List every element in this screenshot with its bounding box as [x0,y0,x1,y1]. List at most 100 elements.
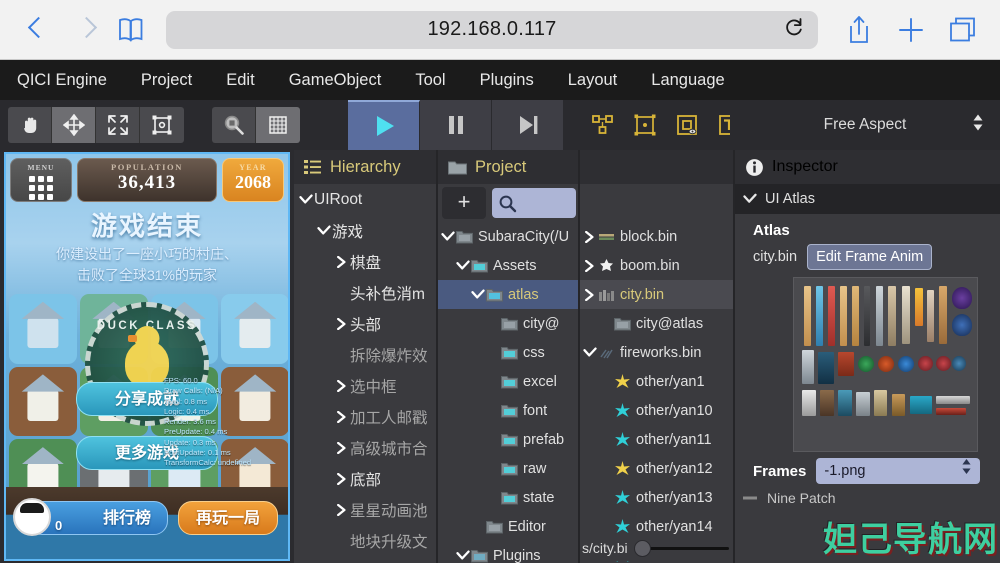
chevron-down-icon[interactable] [455,549,471,562]
url-bar[interactable]: 192.168.0.117 [166,10,818,49]
project-node[interactable]: excel [438,367,580,396]
project-node[interactable]: raw [438,454,580,483]
project-node[interactable]: city@ [438,309,580,338]
chevron-right-icon[interactable] [582,230,598,243]
menu-item-tool[interactable]: Tool [398,60,462,100]
project-node[interactable]: SubaraCity(/U [438,222,580,251]
hud-menu-button[interactable]: MENU [10,158,72,202]
chevron-right-icon[interactable] [334,503,350,516]
hand-tool-button[interactable] [8,107,52,143]
leaderboard-button[interactable]: 0 排行榜 [13,498,168,536]
chevron-down-icon[interactable] [316,224,332,237]
chevron-right-icon[interactable] [582,259,598,272]
project-node[interactable]: state [438,483,580,512]
hierarchy-node[interactable]: 棋盘 [294,246,438,277]
chevron-right-icon[interactable] [582,288,598,301]
project-node[interactable]: css [438,338,580,367]
pivot-toggle-button[interactable] [670,108,704,142]
chevron-down-icon[interactable] [470,288,486,301]
tab-hierarchy[interactable]: Hierarchy [294,150,438,184]
asset-item[interactable]: city@atlas [580,309,735,338]
reload-button[interactable] [784,16,804,43]
asset-item[interactable]: other/yan13 [580,483,735,512]
menu-item-gameobject[interactable]: GameObject [272,60,399,100]
frames-dropdown[interactable]: -1.png [816,458,981,484]
atlas-preview[interactable] [793,277,978,452]
show-tabs-button[interactable] [940,8,986,52]
chevron-right-icon[interactable] [334,317,350,330]
zoom-tool-button[interactable] [212,107,256,143]
add-asset-button[interactable]: + [442,187,486,219]
chevron-right-icon[interactable] [743,493,759,503]
bookmarks-button[interactable] [114,15,148,45]
hierarchy-node[interactable]: UIRoot [294,184,438,215]
hierarchy-node[interactable]: 加工人邮戳 [294,401,438,432]
project-node[interactable]: font [438,396,580,425]
project-node[interactable]: Editor [438,512,580,541]
hierarchy-node[interactable]: 底部 [294,463,438,494]
menu-item-edit[interactable]: Edit [209,60,271,100]
nodes-toggle-button[interactable] [586,108,620,142]
share-button[interactable] [836,8,882,52]
scale-tool-button[interactable] [96,107,140,143]
replay-button[interactable]: 再玩一局 [178,501,278,535]
menu-item-language[interactable]: Language [634,60,741,100]
hierarchy-node[interactable]: 头部 [294,308,438,339]
chevron-right-icon[interactable] [334,255,350,268]
bounds-toggle-button[interactable] [628,108,662,142]
tab-inspector[interactable]: Inspector [735,150,880,184]
hierarchy-node[interactable]: 选中框 [294,370,438,401]
rect-transform-tool-button[interactable] [140,107,184,143]
hierarchy-node[interactable]: 头补色消m [294,277,438,308]
project-node[interactable]: atlas [438,280,580,309]
game-preview[interactable]: MENU POPULATION 36,413 YEAR 2068 游戏结束 你建… [4,152,290,561]
chevron-right-icon[interactable] [334,379,350,392]
chevron-down-icon[interactable] [440,230,456,243]
project-tree[interactable]: SubaraCity(/U Assets atlas city@ css excel fon… [438,222,580,563]
hierarchy-node[interactable]: 界面 [294,556,438,563]
chevron-right-icon[interactable] [334,472,350,485]
menu-item-layout[interactable]: Layout [551,60,635,100]
project-node[interactable]: Assets [438,251,580,280]
project-node[interactable]: prefab [438,425,580,454]
asset-zoom-slider[interactable] [632,539,735,557]
tab-project[interactable]: Project [438,150,580,184]
step-forward-button[interactable] [492,100,564,150]
hierarchy-node[interactable]: 星星动画池 [294,494,438,525]
hierarchy-node[interactable]: 地块升级文 [294,525,438,556]
chevron-down-icon[interactable] [455,259,471,272]
asset-list[interactable]: block.bin boom.bin city.bin city@atlas firew… [580,222,735,563]
new-tab-button[interactable] [888,8,934,52]
hierarchy-tree[interactable]: UIRoot 游戏 棋盘 头补色消m 头部 拆除爆炸效 选中框 加工人邮戳 高级城市合 底部 星星动… [294,184,438,563]
asset-item[interactable]: other/yan12 [580,454,735,483]
play-button[interactable] [348,100,420,150]
asset-item[interactable]: block.bin [580,222,735,251]
chevron-right-icon[interactable] [334,441,350,454]
grid-tool-button[interactable] [256,107,300,143]
chevron-down-icon[interactable] [298,193,314,206]
menu-item-project[interactable]: Project [124,60,209,100]
project-search-input[interactable] [492,188,576,218]
asset-item[interactable]: boom.bin [580,251,735,280]
forward-button[interactable] [64,8,108,52]
move-tool-button[interactable] [52,107,96,143]
ui-atlas-component-header[interactable]: UI Atlas [735,184,1000,214]
chevron-down-icon[interactable] [582,346,598,359]
project-node[interactable]: Plugins [438,541,580,563]
back-button[interactable] [14,8,58,52]
menu-item-qici-engine[interactable]: QICI Engine [0,60,124,100]
pause-button[interactable] [420,100,492,150]
slider-knob[interactable] [633,540,651,557]
asset-item[interactable]: other/yan11 [580,425,735,454]
hierarchy-node[interactable]: 高级城市合 [294,432,438,463]
menu-item-plugins[interactable]: Plugins [463,60,551,100]
asset-item[interactable]: fireworks.bin [580,338,735,367]
aspect-selector[interactable]: Free Aspect [730,100,1000,150]
chevron-right-icon[interactable] [334,410,350,423]
hierarchy-node[interactable]: 游戏 [294,215,438,246]
asset-item[interactable]: other/yan10 [580,396,735,425]
asset-item[interactable]: city.bin [580,280,735,309]
asset-item[interactable]: other/yan1 [580,367,735,396]
edit-frame-anim-button[interactable]: Edit Frame Anim [807,244,933,270]
hierarchy-node[interactable]: 拆除爆炸效 [294,339,438,370]
